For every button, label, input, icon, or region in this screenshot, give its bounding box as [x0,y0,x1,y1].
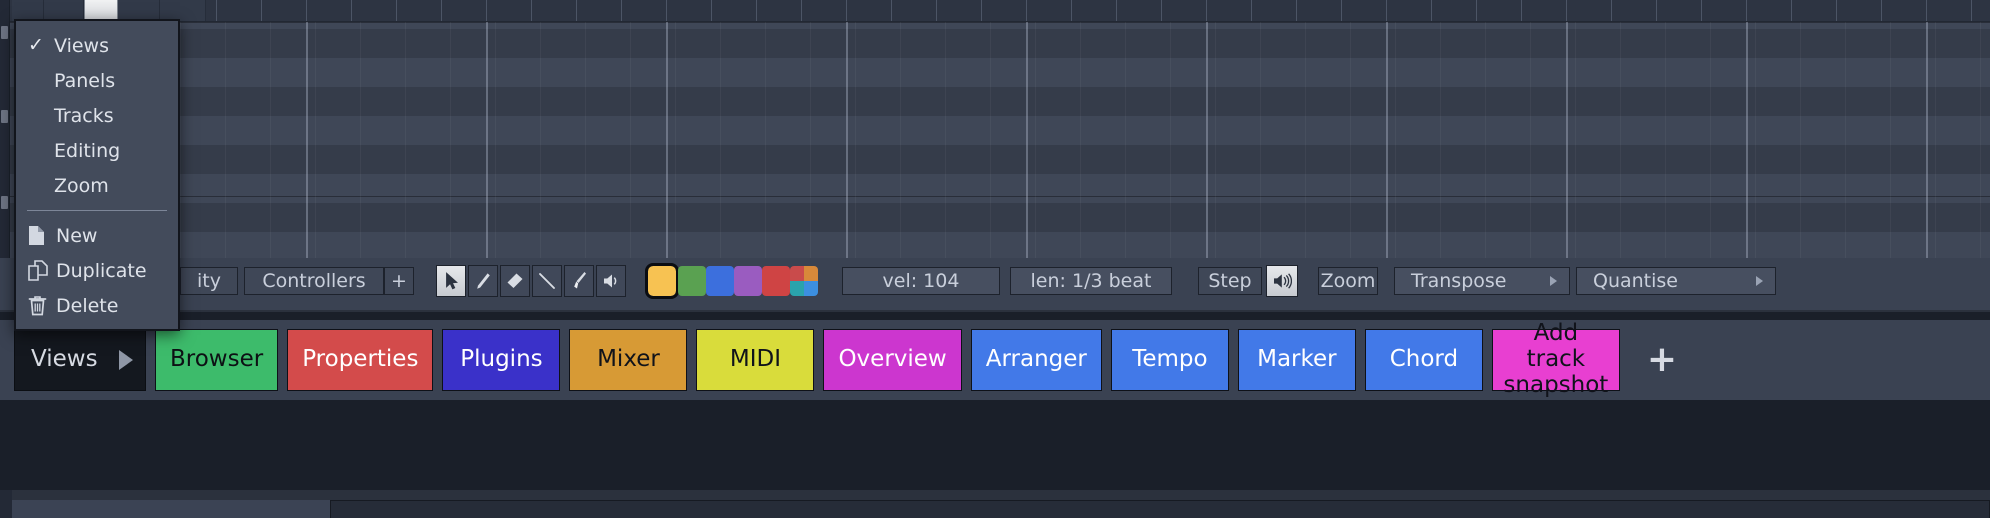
piano-key-cell[interactable] [160,0,206,21]
menu-item-editing[interactable]: Editing [16,133,178,168]
view-button-browser[interactable]: Browser [155,329,279,391]
menu-item-label: Editing [54,139,121,162]
piano-key-cell[interactable] [12,0,44,21]
pencil-tool[interactable] [468,265,498,297]
view-button-arranger[interactable]: Arranger [970,329,1102,391]
chevron-right-icon [1550,276,1557,286]
quadrant [790,266,804,281]
views-menu-button[interactable]: Views [14,329,146,391]
view-button-properties[interactable]: Properties [287,329,434,391]
views-menu-label: Views [31,346,98,373]
menu-divider [27,210,167,211]
transpose-menu-button[interactable]: Transpose [1394,267,1570,295]
menu-item-duplicate[interactable]: Duplicate [16,253,178,288]
transpose-label: Transpose [1411,270,1507,292]
bottom-left-panel [12,500,330,518]
menu-item-zoom[interactable]: Zoom [16,168,178,203]
menu-item-label: Zoom [54,174,109,197]
color-swatch-multi[interactable] [790,266,818,296]
menu-item-views[interactable]: ✓ Views [16,28,178,63]
piano-key-cell[interactable] [44,0,84,21]
views-button-row: Views Browser Properties Plugins Mixer M… [0,320,1990,400]
daw-piano-roll-window: ✓ Views Panels Tracks Editing Zoom New D… [0,0,1990,518]
velocity-speaker-tool[interactable] [596,265,626,297]
menu-item-tracks[interactable]: Tracks [16,98,178,133]
menu-item-label: Delete [56,294,119,317]
quantise-label: Quantise [1593,270,1678,292]
controllers-tab[interactable]: Controllers [244,267,384,295]
color-swatch-blue[interactable] [706,266,734,296]
paint-brush-tool[interactable] [564,265,594,297]
view-button-overview[interactable]: Overview [823,329,962,391]
triangle-right-icon [119,350,133,370]
copy-pages-icon [28,260,52,281]
color-swatch-yellow[interactable] [645,263,679,299]
add-controller-button[interactable]: + [384,267,414,295]
piano-key-cell[interactable] [118,0,160,21]
quadrant [804,281,818,296]
view-button-plugins[interactable]: Plugins [442,329,561,391]
view-button-marker[interactable]: Marker [1237,329,1356,391]
menu-item-new[interactable]: New [16,218,178,253]
menu-item-label: Views [54,34,109,57]
velocity-lane-tab[interactable]: ity [180,267,238,295]
quantise-menu-button[interactable]: Quantise [1576,267,1776,295]
velocity-readout[interactable]: vel: 104 [842,267,1000,295]
zoom-button[interactable]: Zoom [1318,267,1378,295]
piano-key-cell-selected[interactable] [84,0,118,21]
menu-item-label: Tracks [54,104,114,127]
gutter-handle[interactable] [1,110,8,123]
step-audition-speaker-icon[interactable] [1266,265,1298,297]
color-swatch-red[interactable] [762,266,790,296]
step-input-button[interactable]: Step [1198,267,1262,295]
line-tool[interactable] [532,265,562,297]
page-icon [28,225,52,246]
bottom-docked-panel[interactable] [330,500,1990,518]
piano-key-ruler[interactable] [0,0,1990,22]
view-button-chord[interactable]: Chord [1364,329,1483,391]
ruler-tick-marks [0,0,1990,21]
piano-roll-toolbar: ity Controllers + vel: 104 len: 1/3 beat… [0,258,1990,310]
add-view-button[interactable]: + [1629,342,1695,378]
note-length-readout[interactable]: len: 1/3 beat [1010,267,1172,295]
menu-item-label: Duplicate [56,259,147,282]
eraser-tool[interactable] [500,265,530,297]
trash-icon [28,295,52,316]
quadrant [804,266,818,281]
bottom-left-rail [0,490,12,518]
menu-item-label: New [56,224,98,247]
view-button-midi[interactable]: MIDI [696,329,815,391]
views-button-bar: Views Browser Properties Plugins Mixer M… [0,312,1990,490]
chevron-right-icon [1756,276,1763,286]
menu-item-delete[interactable]: Delete [16,288,178,323]
color-swatch-purple[interactable] [734,266,762,296]
view-button-mixer[interactable]: Mixer [569,329,688,391]
quadrant [790,281,804,296]
gutter-handle[interactable] [1,26,8,39]
menu-item-panels[interactable]: Panels [16,63,178,98]
gutter-handle[interactable] [1,196,8,209]
view-button-tempo[interactable]: Tempo [1110,329,1229,391]
menu-item-label: Panels [54,69,116,92]
view-button-add-track-snapshot[interactable]: Add track snapshot [1491,320,1620,398]
views-context-menu[interactable]: ✓ Views Panels Tracks Editing Zoom New D… [14,19,180,331]
select-arrow-tool[interactable] [436,265,466,297]
color-swatch-green[interactable] [678,266,706,296]
check-icon: ✓ [28,34,44,56]
